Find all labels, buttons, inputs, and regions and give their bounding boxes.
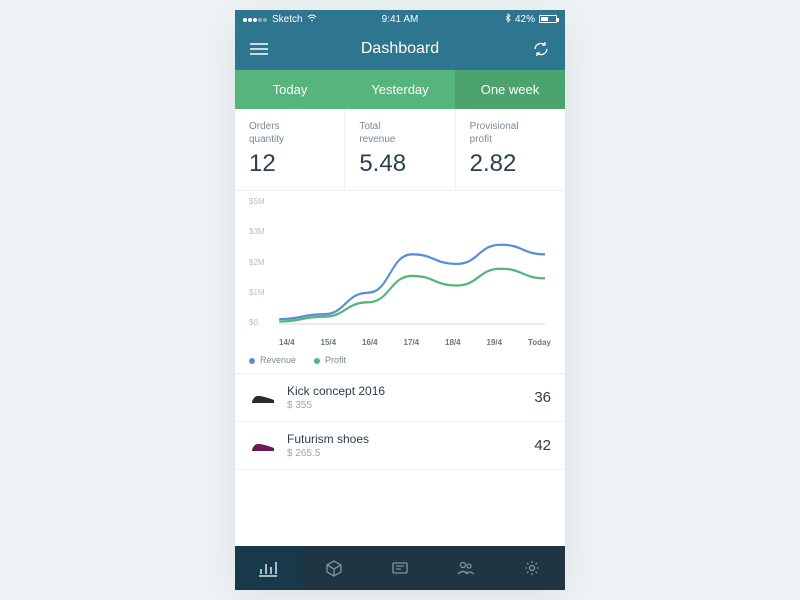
- nav-orders[interactable]: [301, 546, 367, 590]
- page-title: Dashboard: [271, 40, 529, 58]
- product-thumb-icon: [249, 388, 277, 408]
- product-count: 42: [534, 437, 551, 454]
- product-price: $ 265.5: [287, 448, 534, 459]
- list-item[interactable]: Futurism shoes $ 265.5 42: [235, 422, 565, 470]
- menu-button[interactable]: [247, 43, 271, 55]
- chart-container: $5M$3M$2M$1M$0 14/415/416/417/418/419/4T…: [235, 191, 565, 351]
- tab-today[interactable]: Today: [235, 70, 345, 109]
- product-count: 36: [534, 389, 551, 406]
- product-name: Futurism shoes: [287, 432, 534, 446]
- wifi-icon: [307, 14, 317, 25]
- bottom-nav: [235, 546, 565, 590]
- nav-customers[interactable]: [433, 546, 499, 590]
- stat-label: Provisional profit: [470, 121, 551, 146]
- nav-settings[interactable]: [499, 546, 565, 590]
- nav-analytics[interactable]: [235, 546, 301, 590]
- clock: 9:41 AM: [348, 14, 453, 25]
- carrier-label: Sketch: [272, 14, 303, 25]
- stat-label: Orders quantity: [249, 121, 330, 146]
- nav-messages[interactable]: [367, 546, 433, 590]
- stat-profit: Provisional profit 2.82: [455, 109, 565, 190]
- stats-row: Orders quantity 12 Total revenue 5.48 Pr…: [235, 109, 565, 191]
- tab-one-week[interactable]: One week: [455, 70, 565, 109]
- stat-revenue: Total revenue 5.48: [344, 109, 454, 190]
- app-frame: Sketch 9:41 AM 42% Dashboard Today Yeste…: [235, 10, 565, 590]
- battery-pct: 42%: [515, 14, 535, 25]
- list-item[interactable]: Kick concept 2016 $ 355 36: [235, 374, 565, 422]
- chart-legend: Revenue Profit: [235, 351, 565, 374]
- stat-value: 5.48: [359, 150, 440, 178]
- tab-yesterday[interactable]: Yesterday: [345, 70, 455, 109]
- stat-label: Total revenue: [359, 121, 440, 146]
- product-list: Kick concept 2016 $ 355 36 Futurism shoe…: [235, 374, 565, 546]
- product-price: $ 355: [287, 400, 534, 411]
- product-name: Kick concept 2016: [287, 384, 534, 398]
- legend-item-revenue: Revenue: [249, 355, 296, 365]
- range-tabs: Today Yesterday One week: [235, 70, 565, 109]
- revenue-chart: $5M$3M$2M$1M$0 14/415/416/417/418/419/4T…: [249, 197, 551, 347]
- battery-icon: [539, 15, 557, 23]
- legend-item-profit: Profit: [314, 355, 346, 365]
- signal-dots-icon: [243, 14, 268, 25]
- stat-value: 2.82: [470, 150, 551, 178]
- status-bar: Sketch 9:41 AM 42%: [235, 10, 565, 28]
- sync-button[interactable]: [529, 40, 553, 58]
- bluetooth-icon: [505, 13, 511, 26]
- product-thumb-icon: [249, 436, 277, 456]
- stat-orders: Orders quantity 12: [235, 109, 344, 190]
- app-header: Dashboard: [235, 28, 565, 70]
- stat-value: 12: [249, 150, 330, 178]
